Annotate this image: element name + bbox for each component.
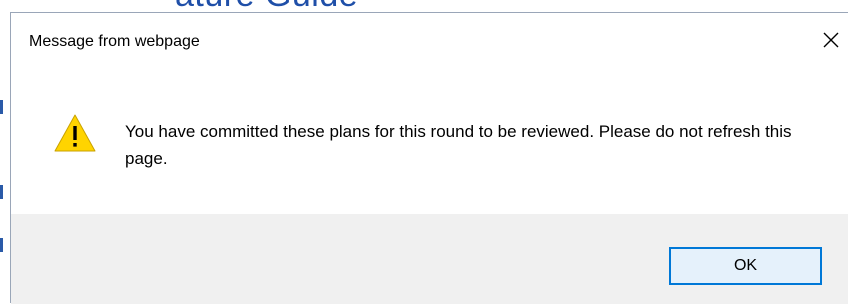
dialog-message: You have committed these plans for this … [125, 122, 792, 168]
dialog-content: You have committed these plans for this … [11, 65, 848, 214]
background-page-edge [0, 238, 3, 252]
dialog-titlebar[interactable]: Message from webpage [11, 13, 848, 65]
ok-button[interactable]: OK [669, 247, 822, 285]
warning-icon [53, 113, 97, 153]
message-dialog: Message from webpage You have committed … [10, 12, 848, 304]
background-page-edge [0, 185, 3, 199]
close-button[interactable] [814, 27, 848, 57]
dialog-footer: OK [11, 214, 848, 304]
close-icon [823, 32, 839, 53]
background-page-edge [0, 100, 3, 114]
dialog-title: Message from webpage [29, 33, 200, 50]
